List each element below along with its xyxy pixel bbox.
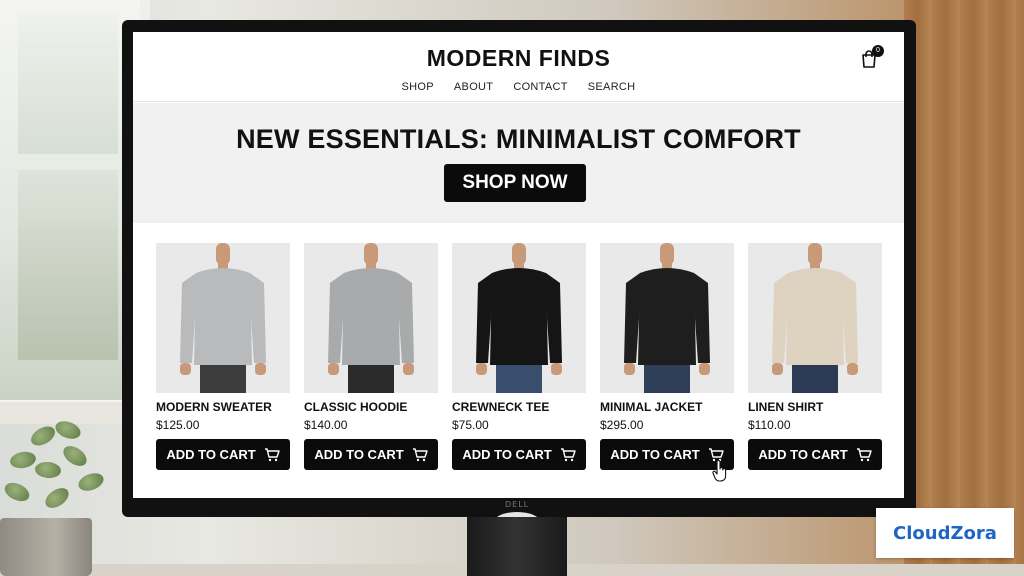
product-photo-tee	[476, 243, 562, 393]
model-left-hand	[772, 363, 783, 375]
model-left-hand	[624, 363, 635, 375]
product-card: CLASSIC HOODIE $140.00 ADD TO CART	[304, 243, 438, 473]
cart-icon	[264, 447, 280, 461]
hero-banner: NEW ESSENTIALS: MINIMALIST COMFORT SHOP …	[133, 103, 904, 223]
product-name[interactable]: LINEN SHIRT	[748, 400, 823, 414]
cart-button[interactable]: 0	[860, 45, 884, 71]
monitor-stand	[467, 517, 567, 576]
model-left-hand	[180, 363, 191, 375]
monitor-brand-logo: DELL	[505, 500, 530, 509]
product-grid: MODERN SWEATER $125.00 ADD TO CART CLASS…	[156, 243, 882, 473]
garment-right-sleeve	[398, 273, 414, 363]
add-to-cart-label: ADD TO CART	[758, 447, 848, 462]
product-photo-shirt	[772, 243, 858, 393]
model-right-hand	[551, 363, 562, 375]
model-right-hand	[699, 363, 710, 375]
wood-panel	[904, 0, 1024, 576]
product-image[interactable]	[600, 243, 734, 393]
add-to-cart-button[interactable]: ADD TO CART	[748, 439, 882, 470]
nav-search[interactable]: SEARCH	[588, 81, 636, 93]
nav-shop[interactable]: SHOP	[402, 81, 434, 93]
garment-body	[490, 268, 548, 365]
site-header: MODERN FINDS SHOP ABOUT CONTACT SEARCH 0	[133, 32, 904, 102]
model-left-hand	[476, 363, 487, 375]
hero-title: NEW ESSENTIALS: MINIMALIST COMFORT	[236, 124, 801, 154]
product-card: CREWNECK TEE $75.00 ADD TO CART	[452, 243, 586, 473]
garment-body	[194, 268, 252, 365]
garment-left-sleeve	[772, 273, 788, 363]
model-right-hand	[847, 363, 858, 375]
plant-pot	[0, 518, 92, 576]
garment-right-sleeve	[842, 273, 858, 363]
browser-screen: MODERN FINDS SHOP ABOUT CONTACT SEARCH 0…	[133, 32, 904, 498]
product-image[interactable]	[156, 243, 290, 393]
product-name[interactable]: MINIMAL JACKET	[600, 400, 702, 414]
product-image[interactable]	[452, 243, 586, 393]
cart-icon	[560, 447, 576, 461]
cart-icon	[856, 447, 872, 461]
product-price: $140.00	[304, 418, 348, 432]
product-name[interactable]: MODERN SWEATER	[156, 400, 272, 414]
product-photo-jacket	[624, 243, 710, 393]
product-card: MINIMAL JACKET $295.00 ADD TO CART	[600, 243, 734, 473]
garment-right-sleeve	[250, 273, 266, 363]
product-price: $295.00	[600, 418, 644, 432]
garment-right-sleeve	[694, 273, 710, 363]
model-pants	[792, 361, 838, 393]
product-photo-hoodie	[328, 243, 414, 393]
main-nav: SHOP ABOUT CONTACT SEARCH	[133, 81, 904, 93]
add-to-cart-button[interactable]: ADD TO CART	[156, 439, 290, 470]
garment-body	[638, 268, 696, 365]
product-name[interactable]: CREWNECK TEE	[452, 400, 549, 414]
store-name[interactable]: MODERN FINDS	[133, 45, 904, 72]
garment-right-sleeve	[546, 273, 562, 363]
garment-left-sleeve	[328, 273, 344, 363]
product-name[interactable]: CLASSIC HOODIE	[304, 400, 407, 414]
product-photo-sweater	[180, 243, 266, 393]
nav-about[interactable]: ABOUT	[454, 81, 493, 93]
model-pants	[644, 361, 690, 393]
cart-count-badge: 0	[872, 45, 884, 57]
product-image[interactable]	[304, 243, 438, 393]
model-pants	[348, 361, 394, 393]
product-price: $125.00	[156, 418, 200, 432]
product-card: MODERN SWEATER $125.00 ADD TO CART	[156, 243, 290, 473]
model-pants	[496, 361, 542, 393]
hand-pointer-cursor-icon	[712, 460, 727, 482]
product-price: $75.00	[452, 418, 489, 432]
model-right-hand	[403, 363, 414, 375]
garment-left-sleeve	[624, 273, 640, 363]
add-to-cart-label: ADD TO CART	[314, 447, 404, 462]
watermark-logo: CloudZora	[876, 508, 1014, 558]
add-to-cart-label: ADD TO CART	[462, 447, 552, 462]
shop-now-button[interactable]: SHOP NOW	[444, 164, 586, 202]
add-to-cart-button[interactable]: ADD TO CART	[304, 439, 438, 470]
garment-left-sleeve	[476, 273, 492, 363]
garment-body	[342, 268, 400, 365]
product-image[interactable]	[748, 243, 882, 393]
garment-left-sleeve	[180, 273, 196, 363]
garment-body	[786, 268, 844, 365]
model-pants	[200, 361, 246, 393]
model-right-hand	[255, 363, 266, 375]
add-to-cart-label: ADD TO CART	[610, 447, 700, 462]
product-price: $110.00	[748, 418, 791, 432]
cart-icon	[412, 447, 428, 461]
potted-plant	[0, 418, 115, 576]
model-left-hand	[328, 363, 339, 375]
watermark-text: CloudZora	[893, 522, 997, 544]
add-to-cart-label: ADD TO CART	[166, 447, 256, 462]
nav-contact[interactable]: CONTACT	[513, 81, 567, 93]
product-card: LINEN SHIRT $110.00 ADD TO CART	[748, 243, 882, 473]
add-to-cart-button[interactable]: ADD TO CART	[452, 439, 586, 470]
